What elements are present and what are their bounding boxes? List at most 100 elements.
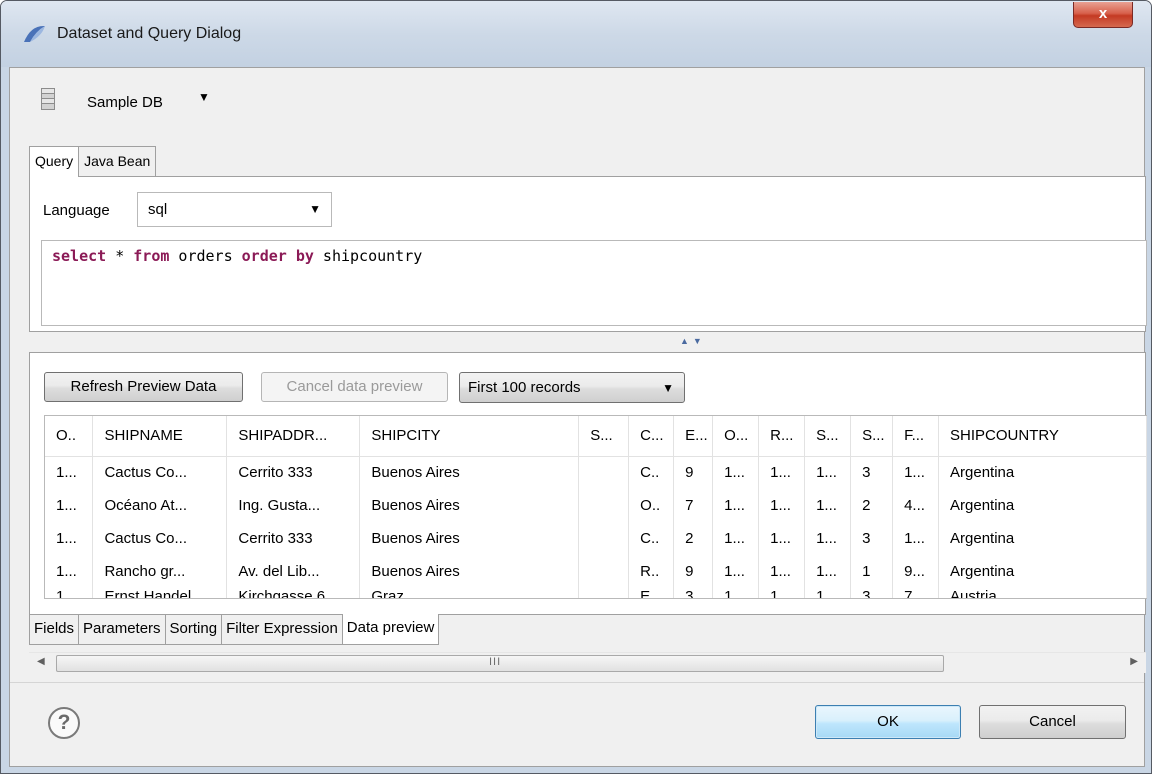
table-cell: 1... bbox=[45, 456, 94, 489]
table-cell: Buenos Aires bbox=[359, 555, 580, 588]
dataset-tab-bar: Fields Parameters Sorting Filter Express… bbox=[29, 614, 440, 645]
column-header[interactable]: S... bbox=[850, 416, 894, 457]
help-icon[interactable]: ? bbox=[48, 707, 80, 739]
window-frame-left bbox=[1, 67, 9, 773]
table-cell: 4... bbox=[892, 489, 940, 522]
sql-text: orders bbox=[169, 247, 242, 265]
title-bar: Dataset and Query Dialog x bbox=[1, 1, 1151, 67]
table-cell: 1... bbox=[758, 588, 806, 598]
table-cell: Kirchgasse 6 bbox=[226, 588, 361, 598]
table-row[interactable]: 1... Rancho gr... Av. del Lib... Buenos … bbox=[45, 555, 1147, 588]
tab-data-preview[interactable]: Data preview bbox=[341, 614, 440, 645]
table-cell: 2 bbox=[673, 522, 714, 555]
sql-editor[interactable]: select * from orders order by shipcountr… bbox=[41, 240, 1147, 326]
sql-text: shipcountry bbox=[313, 247, 423, 265]
column-header[interactable]: SHIPNAME bbox=[92, 416, 228, 457]
column-header[interactable]: SHIPADDR... bbox=[226, 416, 361, 457]
table-cell bbox=[578, 522, 630, 555]
column-header[interactable]: F... bbox=[892, 416, 940, 457]
column-header[interactable]: R... bbox=[758, 416, 806, 457]
horizontal-scrollbar[interactable]: ◀ III ▶ bbox=[29, 652, 1146, 673]
scrollbar-thumb[interactable]: III bbox=[56, 655, 944, 672]
table-cell: C.. bbox=[628, 456, 675, 489]
table-cell: Cerrito 333 bbox=[226, 522, 361, 555]
tab-parameters[interactable]: Parameters bbox=[78, 615, 166, 645]
column-header[interactable]: E... bbox=[673, 416, 714, 457]
table-row[interactable]: 1... Ernst Handel Kirchgasse 6 Graz E.. … bbox=[45, 588, 1147, 598]
datasource-label[interactable]: Sample DB bbox=[87, 94, 163, 111]
window-title: Dataset and Query Dialog bbox=[57, 25, 242, 42]
table-cell: 1... bbox=[892, 522, 940, 555]
scroll-right-icon[interactable]: ▶ bbox=[1130, 656, 1138, 667]
scrollbar-grip-icon: III bbox=[489, 656, 502, 668]
table-cell: O.. bbox=[628, 489, 675, 522]
column-header[interactable]: S... bbox=[578, 416, 630, 457]
table-cell bbox=[578, 588, 630, 598]
table-cell: 9 bbox=[673, 555, 714, 588]
table-cell: Austria bbox=[938, 588, 1147, 598]
table-row[interactable]: 1... Cactus Co... Cerrito 333 Buenos Air… bbox=[45, 456, 1147, 489]
dialog-content: Sample DB ▼ Query Java Bean Language sql… bbox=[9, 67, 1147, 767]
table-cell: 7 bbox=[673, 489, 714, 522]
records-limit-select[interactable]: First 100 records ▼ bbox=[459, 372, 685, 403]
scroll-left-icon[interactable]: ◀ bbox=[37, 656, 45, 667]
table-cell: 3 bbox=[850, 522, 894, 555]
table-cell: 1... bbox=[45, 522, 94, 555]
table-cell: Rancho gr... bbox=[92, 555, 228, 588]
table-cell: 1... bbox=[804, 588, 852, 598]
tab-filter-expression[interactable]: Filter Expression bbox=[221, 615, 343, 645]
column-header[interactable]: SHIPCITY bbox=[359, 416, 580, 457]
table-cell: Av. del Lib... bbox=[226, 555, 361, 588]
table-cell: 1... bbox=[712, 555, 760, 588]
table-cell: Graz bbox=[359, 588, 580, 598]
cancel-preview-button[interactable]: Cancel data preview bbox=[261, 372, 448, 402]
footer-divider bbox=[10, 682, 1144, 683]
column-header[interactable]: O.. bbox=[45, 416, 94, 457]
table-cell: 1... bbox=[45, 588, 94, 598]
tab-fields[interactable]: Fields bbox=[29, 615, 80, 645]
column-header[interactable]: S... bbox=[804, 416, 852, 457]
table-row[interactable]: 1... Cactus Co... Cerrito 333 Buenos Air… bbox=[45, 522, 1147, 555]
table-row[interactable]: 1... Océano At... Ing. Gusta... Buenos A… bbox=[45, 489, 1147, 522]
table-cell: 1... bbox=[804, 456, 852, 489]
tab-sorting[interactable]: Sorting bbox=[164, 615, 223, 645]
sql-keyword: select bbox=[52, 247, 107, 265]
preview-table[interactable]: O.. SHIPNAME SHIPADDR... SHIPCITY S... C… bbox=[44, 415, 1147, 599]
table-cell: 1... bbox=[712, 456, 760, 489]
table-cell: 1... bbox=[892, 456, 940, 489]
chevron-down-icon: ▼ bbox=[309, 202, 321, 216]
column-header[interactable]: O... bbox=[712, 416, 760, 457]
table-cell: 1... bbox=[758, 522, 806, 555]
column-header[interactable]: SHIPCOUNTRY bbox=[938, 416, 1147, 457]
table-cell: 1... bbox=[712, 522, 760, 555]
table-cell: 3 bbox=[850, 456, 894, 489]
preview-data-table: O.. SHIPNAME SHIPADDR... SHIPCITY S... C… bbox=[45, 416, 1147, 598]
records-limit-value: First 100 records bbox=[468, 379, 581, 396]
cancel-button[interactable]: Cancel bbox=[979, 705, 1126, 739]
datasource-dropdown-icon[interactable]: ▼ bbox=[198, 90, 210, 104]
table-cell: 3 bbox=[850, 588, 894, 598]
tab-query[interactable]: Query bbox=[29, 146, 80, 177]
ok-button[interactable]: OK bbox=[815, 705, 961, 739]
query-panel: Language sql ▼ select * from orders orde… bbox=[29, 176, 1147, 332]
table-cell: 1... bbox=[804, 555, 852, 588]
tab-java-bean[interactable]: Java Bean bbox=[78, 146, 157, 176]
table-cell bbox=[578, 456, 630, 489]
table-cell: 1... bbox=[712, 489, 760, 522]
table-cell: Buenos Aires bbox=[359, 489, 580, 522]
table-cell bbox=[578, 489, 630, 522]
column-header[interactable]: C... bbox=[628, 416, 675, 457]
table-cell: 1... bbox=[758, 555, 806, 588]
sql-keyword: from bbox=[133, 247, 170, 265]
table-cell: 1... bbox=[804, 522, 852, 555]
table-cell: 1... bbox=[758, 489, 806, 522]
table-cell: Cactus Co... bbox=[92, 456, 228, 489]
refresh-preview-button[interactable]: Refresh Preview Data bbox=[44, 372, 243, 402]
table-cell: Ing. Gusta... bbox=[226, 489, 361, 522]
language-select[interactable]: sql ▼ bbox=[137, 192, 332, 227]
table-cell: 1... bbox=[758, 456, 806, 489]
table-cell: 9 bbox=[673, 456, 714, 489]
splitter-sash-icon[interactable]: ▲▼ bbox=[680, 336, 706, 346]
table-cell: Cactus Co... bbox=[92, 522, 228, 555]
close-button[interactable]: x bbox=[1073, 2, 1133, 28]
